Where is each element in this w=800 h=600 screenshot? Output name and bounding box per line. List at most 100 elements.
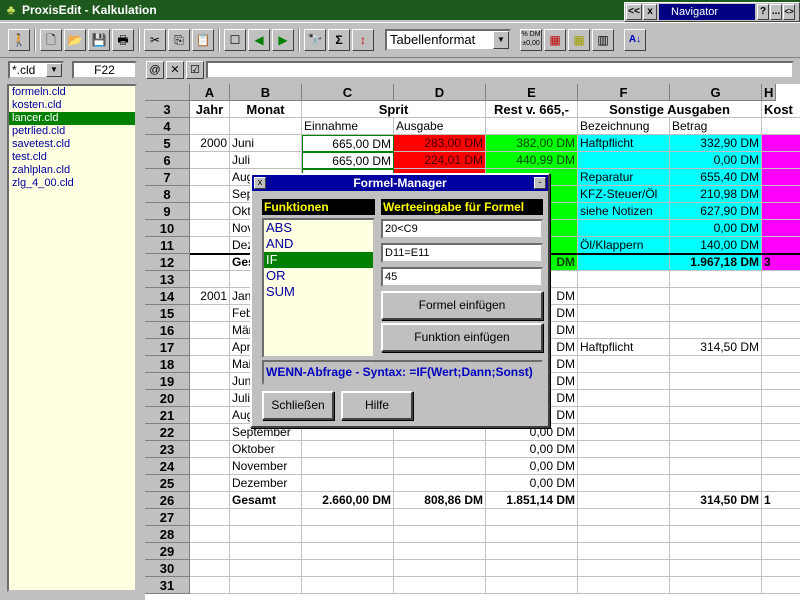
cell-ausgabe-label[interactable]: Ausgabe [394, 118, 486, 135]
cell-einnahme[interactable]: 665,00 DM [302, 152, 394, 169]
cell-einnahme[interactable] [302, 526, 394, 543]
cell-kost[interactable] [762, 441, 800, 458]
cell-kost-header[interactable]: Kost [762, 101, 800, 118]
cell-einnahme[interactable]: 665,00 DM [302, 135, 394, 152]
cell-bezeichnung[interactable] [578, 577, 670, 594]
cell-jahr[interactable] [190, 543, 230, 560]
cell-kost[interactable] [762, 526, 800, 543]
cell-bezeichnung[interactable] [578, 424, 670, 441]
cell-betrag[interactable]: 210,98 DM [670, 186, 762, 203]
cell[interactable] [762, 118, 800, 135]
cell-bezeichnung[interactable] [578, 271, 670, 288]
save-icon[interactable]: 💾 [88, 29, 110, 51]
grid-red-icon[interactable]: ▦ [544, 29, 566, 51]
cell-jahr[interactable] [190, 407, 230, 424]
cell-rest[interactable]: 1.851,14 DM [486, 492, 578, 509]
cell-kost[interactable] [762, 356, 800, 373]
cell-jahr[interactable] [190, 390, 230, 407]
formula-manager-icon[interactable]: @ [146, 61, 164, 79]
cell-monat[interactable]: Dezember [230, 475, 302, 492]
cell-rest[interactable] [486, 543, 578, 560]
function-list-item[interactable]: OR [264, 268, 373, 284]
cell-monat[interactable] [230, 543, 302, 560]
cell-jahr[interactable] [190, 186, 230, 203]
cell-monat[interactable] [230, 560, 302, 577]
cell-bezeichnung[interactable] [578, 220, 670, 237]
cell-jahr[interactable] [190, 441, 230, 458]
cell-kost[interactable] [762, 390, 800, 407]
cell-monat-header[interactable]: Monat [230, 101, 302, 118]
cell-kost[interactable] [762, 152, 800, 169]
chevron-down-icon[interactable]: ▼ [46, 63, 62, 77]
navigator-more-button[interactable]: ... [770, 4, 782, 20]
cell-kost[interactable] [762, 237, 800, 254]
cell-bezeichnung[interactable] [578, 322, 670, 339]
cell-rest[interactable] [486, 526, 578, 543]
cell-bezeichnung-label[interactable]: Bezeichnung [578, 118, 670, 135]
insert-formula-button[interactable]: Formel einfügen [381, 291, 543, 320]
cell-rest[interactable]: 382,00 DM [486, 135, 578, 152]
cell-kost[interactable] [762, 407, 800, 424]
cell-rest[interactable] [486, 577, 578, 594]
open-icon[interactable]: 📂 [64, 29, 86, 51]
cell-bezeichnung[interactable] [578, 254, 670, 271]
cell-monat[interactable]: Juni [230, 135, 302, 152]
new-icon[interactable]: 🗋 [40, 29, 62, 51]
cell-kost[interactable] [762, 339, 800, 356]
cell-jahr[interactable] [190, 577, 230, 594]
sort-az-icon[interactable]: A↓ [624, 29, 646, 51]
cell-bezeichnung[interactable] [578, 305, 670, 322]
file-list-item[interactable]: test.cld [9, 151, 135, 164]
cell-monat[interactable]: Juli [230, 152, 302, 169]
function-list-item[interactable]: ABS [264, 220, 373, 236]
cell-betrag[interactable] [670, 458, 762, 475]
cell-rest[interactable]: 0,00 DM [486, 458, 578, 475]
cell-betrag[interactable] [670, 475, 762, 492]
cell-jahr[interactable] [190, 169, 230, 186]
cell-ausgabe[interactable]: 224,01 DM [394, 152, 486, 169]
cell-bezeichnung[interactable] [578, 441, 670, 458]
cell-kost[interactable] [762, 220, 800, 237]
chart-icon[interactable]: ▥ [592, 29, 614, 51]
cell-rest[interactable]: 0,00 DM [486, 441, 578, 458]
cell-rest[interactable]: 440,99 DM [486, 152, 578, 169]
cell-kost[interactable] [762, 424, 800, 441]
file-list-item[interactable]: kosten.cld [9, 99, 135, 112]
sum-icon[interactable]: Σ [328, 29, 350, 51]
exit-icon[interactable]: 🚶 [8, 29, 30, 51]
cell-jahr[interactable] [190, 373, 230, 390]
cell-jahr[interactable] [190, 203, 230, 220]
cell-kost[interactable] [762, 271, 800, 288]
file-list-item[interactable]: lancer.cld [9, 112, 135, 125]
cell-einnahme[interactable] [302, 543, 394, 560]
cell-bezeichnung[interactable]: Reparatur [578, 169, 670, 186]
file-list[interactable]: formeln.cld kosten.cld lancer.cld petrlied.… [7, 84, 137, 592]
cell-kost[interactable] [762, 305, 800, 322]
cell-betrag[interactable] [670, 356, 762, 373]
formula-input[interactable] [206, 61, 794, 79]
cell-jahr[interactable]: 2000 [190, 135, 230, 152]
cell-bezeichnung[interactable] [578, 390, 670, 407]
cell-monat[interactable]: Oktober [230, 441, 302, 458]
cell-monat[interactable]: November [230, 458, 302, 475]
cell-monat[interactable]: Gesamt [230, 492, 302, 509]
cell-kost[interactable] [762, 475, 800, 492]
file-list-item[interactable]: savetest.cld [9, 138, 135, 151]
cell-betrag[interactable]: 627,90 DM [670, 203, 762, 220]
cell-kost[interactable] [762, 509, 800, 526]
cell-betrag[interactable] [670, 441, 762, 458]
cell-ausgabe[interactable] [394, 577, 486, 594]
cell-bezeichnung[interactable]: siehe Notizen [578, 203, 670, 220]
cell-einnahme[interactable]: 2.660,00 DM [302, 492, 394, 509]
cell-kost[interactable] [762, 288, 800, 305]
cell-jahr[interactable] [190, 492, 230, 509]
cell-betrag[interactable] [670, 526, 762, 543]
paste-icon[interactable]: 📋 [192, 29, 214, 51]
cell-ausgabe[interactable] [394, 560, 486, 577]
dialog-close-button[interactable]: x [254, 177, 266, 189]
arrow-right-icon[interactable]: ▶ [272, 29, 294, 51]
cell-bezeichnung[interactable] [578, 288, 670, 305]
cell-betrag[interactable] [670, 509, 762, 526]
functions-list[interactable]: ABS AND IF OR SUM [262, 218, 375, 358]
navigator-first-button[interactable]: << [626, 4, 642, 20]
